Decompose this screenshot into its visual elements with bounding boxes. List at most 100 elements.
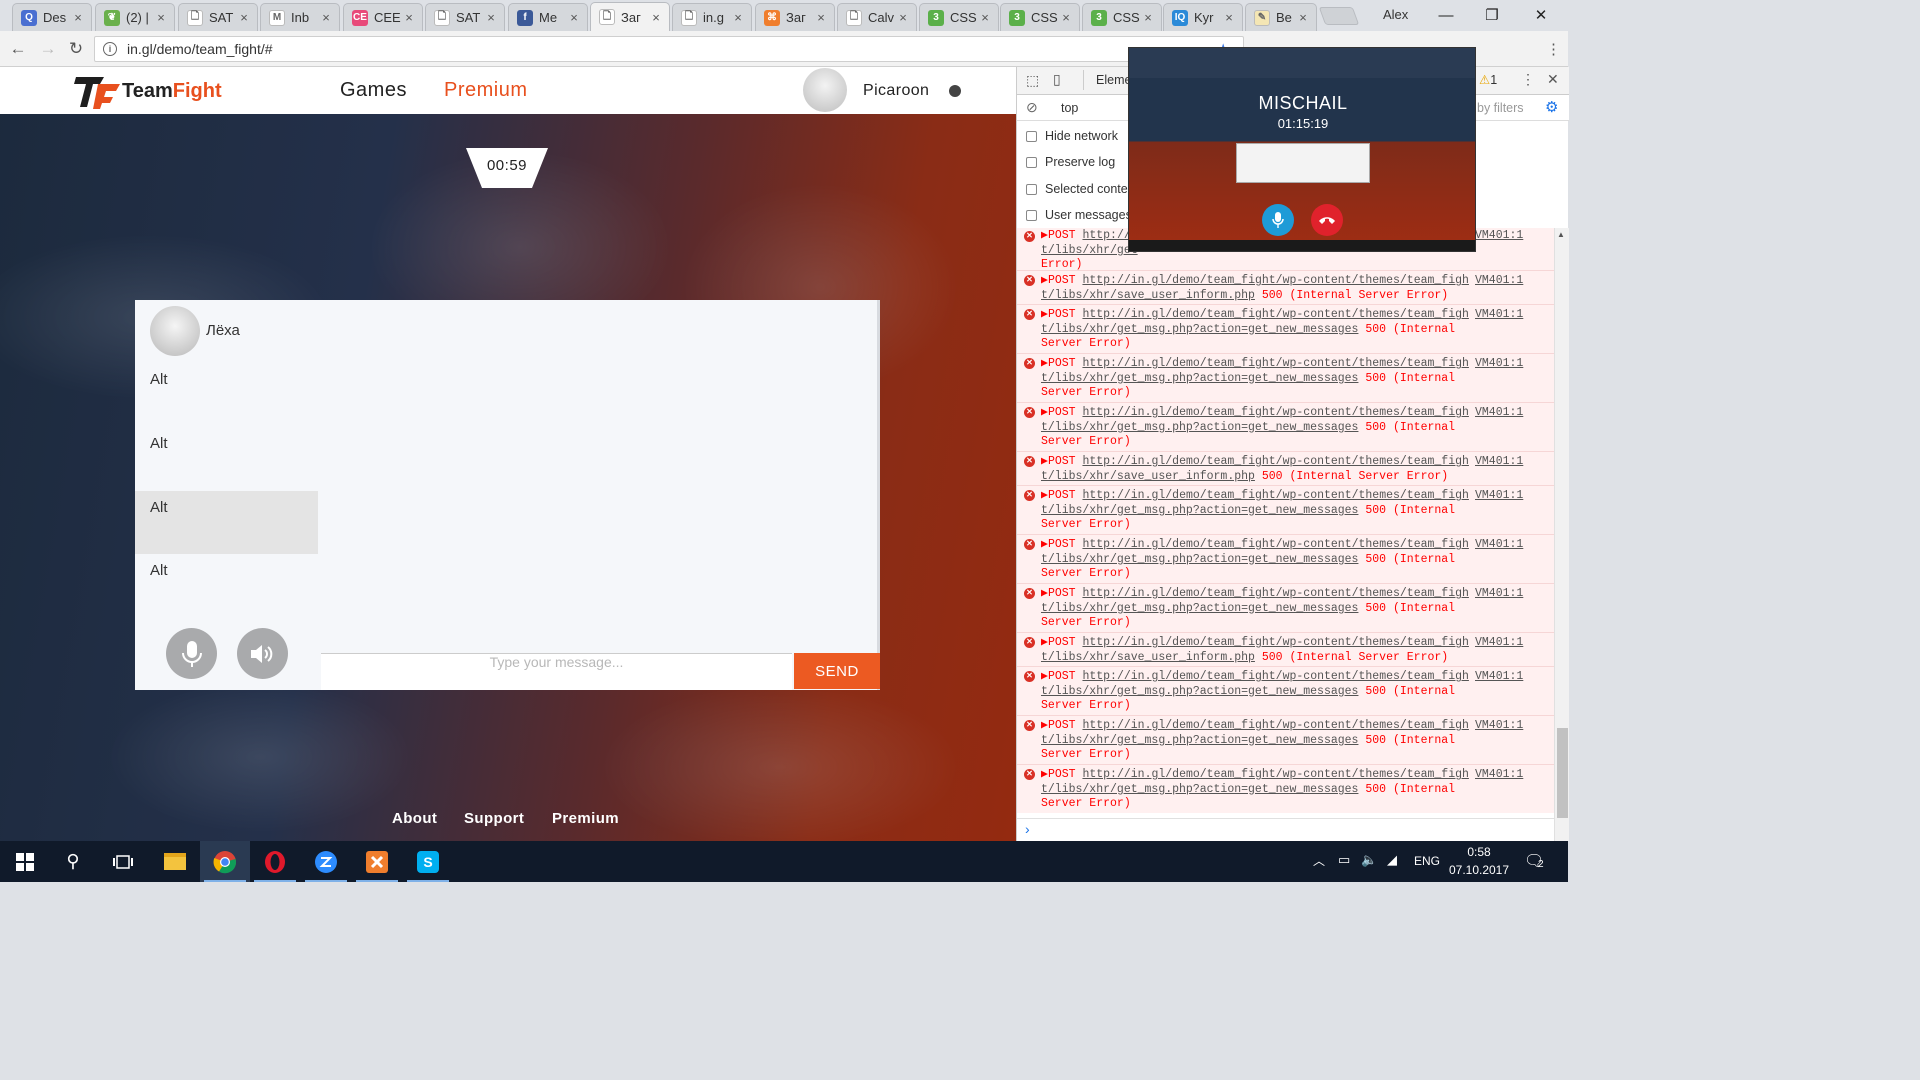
taskbar-app[interactable] — [200, 841, 250, 882]
minimize-button[interactable]: — — [1423, 0, 1469, 30]
tab-close-icon[interactable]: × — [1141, 10, 1155, 25]
request-url[interactable]: t/libs/xhr/get_msg.php?action=get_new_me… — [1041, 783, 1358, 796]
teamfight-logo[interactable]: TeamFight — [74, 73, 222, 109]
request-url[interactable]: http://in.gl/demo/team_fight/wp-content/… — [1082, 406, 1468, 419]
user-avatar[interactable] — [803, 68, 847, 112]
browser-tab[interactable]: 3 CSS × — [919, 3, 999, 31]
option-preserve-log[interactable]: Preserve log — [1026, 155, 1115, 169]
speaker-button[interactable] — [237, 628, 288, 679]
context-selector[interactable]: top — [1061, 101, 1078, 115]
taskbar-app[interactable] — [301, 841, 351, 882]
battery-icon[interactable]: ▭ — [1338, 852, 1350, 868]
contact-item[interactable]: Alt — [135, 554, 318, 617]
tab-close-icon[interactable]: × — [978, 10, 992, 25]
request-url[interactable]: http://in.gl/demo/team_fight/wp-content/… — [1082, 670, 1468, 683]
tab-close-icon[interactable]: × — [896, 10, 910, 25]
request-url[interactable]: http://in.gl/demo/team_fight/wp-content/… — [1082, 274, 1468, 287]
taskbar-app[interactable]: S — [403, 841, 453, 882]
browser-tab[interactable]: Q Des × — [12, 3, 92, 31]
browser-tab[interactable]: f Me × — [508, 3, 588, 31]
message-input[interactable] — [321, 653, 792, 690]
option-selected-context[interactable]: Selected contex — [1026, 182, 1134, 196]
request-url[interactable]: t/libs/xhr/save_user_inform.php — [1041, 651, 1255, 664]
checkbox[interactable] — [1026, 209, 1037, 221]
contact-item[interactable]: Alt — [135, 427, 318, 490]
source-link[interactable]: VM401:1 — [1475, 274, 1523, 289]
filter-input[interactable]: by filters — [1477, 101, 1524, 115]
tab-close-icon[interactable]: × — [154, 10, 168, 25]
tab-close-icon[interactable]: × — [649, 10, 663, 25]
tab-close-icon[interactable]: × — [71, 10, 85, 25]
device-toolbar-icon[interactable]: ▯ — [1053, 71, 1061, 88]
browser-tab[interactable]: CE CEE × — [343, 3, 423, 31]
clock-date[interactable]: 07.10.2017 — [1448, 863, 1510, 877]
tab-close-icon[interactable]: × — [237, 10, 251, 25]
action-center-button[interactable]: 🗨 2 — [1522, 851, 1548, 873]
scroll-up-icon[interactable]: ▲ — [1557, 230, 1565, 239]
source-link[interactable]: VM401:1 — [1475, 719, 1523, 734]
request-url[interactable]: http://in.gl/demo/team_fight/wp-content/… — [1082, 308, 1468, 321]
new-tab-button[interactable] — [1318, 7, 1360, 25]
browser-tab[interactable]: 🗋 SAT × — [178, 3, 258, 31]
browser-tab[interactable]: 🗋 Calv × — [837, 3, 917, 31]
request-url[interactable]: http://in.gl/demo/team_fight/wp-content/… — [1082, 455, 1468, 468]
request-url[interactable]: t/libs/xhr/get_msg.php?action=get_new_me… — [1041, 504, 1358, 517]
input-language[interactable]: ENG — [1414, 854, 1440, 868]
console-error-entry[interactable]: ✕ ▶POST http://in.gl/demo/team_fight/wp-c… — [1017, 451, 1554, 485]
footer-link-about[interactable]: About — [392, 810, 437, 827]
search-button[interactable]: ⚲ — [48, 841, 98, 882]
request-url[interactable]: t/libs/xhr/get_msg.php?action=get_new_me… — [1041, 553, 1358, 566]
contact-item[interactable]: Alt — [135, 363, 318, 426]
browser-tab[interactable]: 🗋 in.g × — [672, 3, 752, 31]
source-link[interactable]: VM401:1 — [1475, 538, 1523, 553]
checkbox[interactable] — [1026, 183, 1037, 195]
console-error-entry[interactable]: ✕ ▶POST http://in.gl/demo/team_fight/wp-c… — [1017, 715, 1554, 764]
address-bar[interactable]: i in.gl/demo/team_fight/# — [94, 36, 1244, 62]
back-button[interactable]: ← — [6, 37, 30, 61]
tab-close-icon[interactable]: × — [1059, 10, 1073, 25]
console-error-entry[interactable]: ✕ ▶POST http://in.gl/demo/team_fight/wp-c… — [1017, 353, 1554, 402]
request-url[interactable]: t/libs/xhr/save_user_inform.php — [1041, 289, 1255, 302]
request-url[interactable]: http://in.gl/demo/team_fight/wp-content/… — [1082, 719, 1468, 732]
forward-button[interactable]: → — [36, 37, 60, 61]
source-link[interactable]: VM401:1 — [1475, 406, 1523, 421]
request-url[interactable]: t/libs/xhr/get_msg.php?action=get_new_me… — [1041, 602, 1358, 615]
browser-tab[interactable]: 🗋 Заг × — [590, 2, 670, 31]
request-url[interactable]: t/libs/xhr/get_msg.php?action=get_new_me… — [1041, 685, 1358, 698]
source-link[interactable]: VM401:1 — [1475, 308, 1523, 323]
source-link[interactable]: VM401:1 — [1475, 768, 1523, 783]
request-url[interactable]: t/libs/xhr/get_msg.php?action=get_new_me… — [1041, 421, 1358, 434]
clock-time[interactable]: 0:58 — [1452, 845, 1506, 859]
console-scrollbar[interactable]: ▲ — [1554, 228, 1569, 841]
tab-close-icon[interactable]: × — [402, 10, 416, 25]
tray-overflow-icon[interactable]: ︿ — [1313, 852, 1325, 869]
scrollbar-thumb[interactable] — [1557, 728, 1568, 818]
checkbox[interactable] — [1026, 156, 1037, 168]
console-error-entry[interactable]: ✕ ▶POST http://in.gl/demo/team_fight/wp-c… — [1017, 666, 1554, 715]
settings-gear-icon[interactable]: ⚙ — [1545, 98, 1558, 116]
request-url[interactable]: t/libs/xhr/get_msg.php?action=get_new_me… — [1041, 372, 1358, 385]
browser-tab[interactable]: ⌘ Заг × — [755, 3, 835, 31]
nav-games[interactable]: Games — [340, 79, 407, 102]
skype-call-window[interactable]: MISCHAIL 01:15:19 — [1128, 47, 1476, 252]
request-url[interactable]: t/libs/xhr/save_user_inform.php — [1041, 470, 1255, 483]
browser-tab[interactable]: 3 CSS × — [1000, 3, 1080, 31]
source-link[interactable]: VM401:1 — [1475, 455, 1523, 470]
source-link[interactable]: VM401:1 — [1475, 357, 1523, 372]
taskbar-app[interactable] — [352, 841, 402, 882]
tab-close-icon[interactable]: × — [814, 10, 828, 25]
console-error-entry[interactable]: ✕ ▶POST http://in.gl/demo/team_fight/wp-c… — [1017, 632, 1554, 666]
send-button[interactable]: SEND — [794, 653, 880, 689]
request-url[interactable]: http://in.gl/demo/team_fight/wp-content/… — [1082, 768, 1468, 781]
task-view-button[interactable] — [98, 841, 148, 882]
request-url[interactable]: http://in.gl/demo/team_fight/wp-content/… — [1082, 489, 1468, 502]
tab-close-icon[interactable]: × — [731, 10, 745, 25]
option-hide-network[interactable]: Hide network — [1026, 129, 1118, 143]
tab-close-icon[interactable]: × — [484, 10, 498, 25]
browser-tab[interactable]: M Inb × — [260, 3, 340, 31]
request-url[interactable]: t/libs/xhr/get_msg.php?action=get_new_me… — [1041, 734, 1358, 747]
console-error-entry[interactable]: ✕ ▶POST http://in.gl/demo/team_fight/wp-c… — [1017, 402, 1554, 451]
nav-premium[interactable]: Premium — [444, 79, 528, 102]
tab-elements[interactable]: Eleme — [1096, 73, 1131, 87]
browser-tab[interactable]: 3 CSS × — [1082, 3, 1162, 31]
